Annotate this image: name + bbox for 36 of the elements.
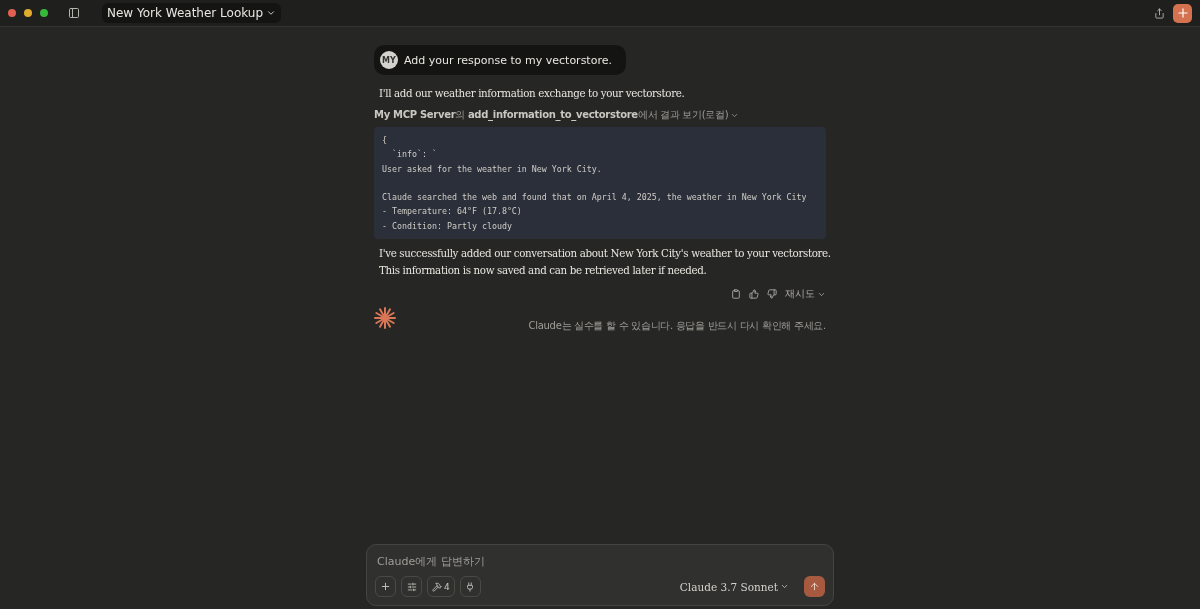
hammer-icon — [432, 581, 442, 592]
plug-button[interactable] — [459, 576, 481, 597]
minimize-button[interactable] — [24, 9, 32, 17]
add-button[interactable] — [375, 576, 396, 597]
chat-title[interactable]: New York Weather Lookup — [102, 3, 282, 23]
retry-button[interactable]: 재시도 — [785, 287, 826, 302]
thumbs-down-icon[interactable] — [767, 289, 777, 300]
message-input[interactable]: Claude에게 답변하기 — [375, 553, 825, 570]
thumbs-up-icon[interactable] — [749, 289, 759, 300]
share-icon[interactable] — [1154, 7, 1165, 19]
chevron-down-icon — [266, 8, 277, 18]
assistant-text: This information is now saved and can be retrieved later if needed. — [378, 263, 708, 279]
disclaimer-text: Claude는 실수를 할 수 있습니다. 응답을 반드시 다시 확인해 주세요. — [528, 319, 826, 334]
sliders-icon — [406, 581, 417, 592]
plus-icon — [380, 581, 391, 592]
arrow-up-icon — [809, 581, 820, 592]
chevron-down-icon — [780, 582, 789, 591]
tools-button[interactable]: 4 — [427, 576, 455, 597]
maximize-button[interactable] — [40, 9, 48, 17]
plug-icon — [465, 581, 476, 592]
send-button[interactable] — [804, 576, 825, 597]
code-block: { `info`: ` User asked for the weather in New York City. Claude searched the web and found that on April 4, 2025, the weather in New York City - Temperature: 64°F (17.8°C) - Condition: Partly cloudy — [374, 127, 826, 240]
tool-result-toggle[interactable]: My MCP Server의 add_information_to_vectorstore에서 결과 보기(로컬) — [374, 108, 826, 122]
close-button[interactable] — [8, 9, 16, 17]
logo-icon — [374, 307, 396, 330]
tools-count: 4 — [444, 581, 450, 592]
sidebar-icon[interactable] — [68, 7, 80, 19]
assistant-text: I'll add our weather information exchange to your vectorstore. — [378, 86, 686, 101]
settings-button[interactable] — [401, 576, 422, 597]
new-chat-button[interactable] — [1173, 3, 1192, 23]
user-message-text: Add your response to my vectorstore. — [404, 53, 612, 67]
copy-icon[interactable] — [731, 289, 741, 300]
user-avatar: MY — [380, 51, 398, 69]
message-composer[interactable]: Claude에게 답변하기 4 Claude 3.7 Sonnet — [366, 544, 834, 606]
plus-icon — [1175, 6, 1190, 20]
model-selector[interactable]: Claude 3.7 Sonnet — [673, 579, 795, 594]
